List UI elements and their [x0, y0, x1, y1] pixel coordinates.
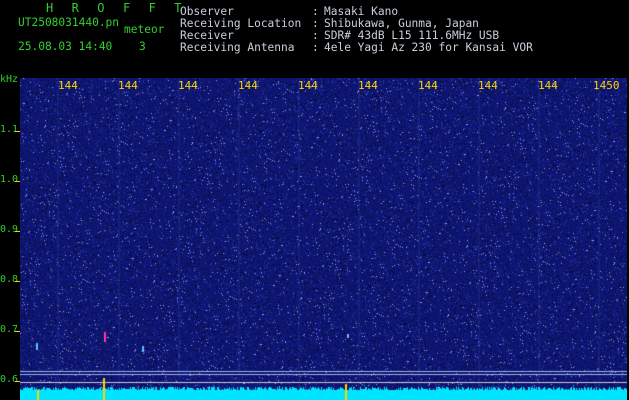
spectrogram-plot	[20, 78, 627, 400]
x-tick-label: 144	[358, 79, 378, 92]
y-axis-unit: kHz	[0, 74, 19, 85]
date-time: 25.08.03 14:40	[18, 40, 113, 53]
spectrogram-canvas	[20, 78, 627, 400]
app-brand: H R O F F T	[46, 1, 188, 15]
x-tick-label: 144	[178, 79, 198, 92]
info-separator: :	[312, 41, 319, 54]
x-tick-label: 144	[478, 79, 498, 92]
y-axis: kHz 1.1 1.0 0.9 0.8 0.7 0.6	[0, 72, 20, 400]
x-tick-label: 144	[58, 79, 78, 92]
y-tick	[15, 181, 20, 182]
info-label: Receiving Antenna	[180, 41, 295, 54]
x-tick-label: 144	[298, 79, 318, 92]
x-tick-label: 1450	[593, 79, 620, 92]
y-tick	[15, 331, 20, 332]
info-row-antenna: Receiving Antenna:4ele Yagi Az 230 for K…	[180, 42, 533, 54]
y-tick-label: 0.6	[0, 374, 19, 385]
y-tick-label: 0.9	[0, 224, 19, 235]
x-tick-label: 144	[418, 79, 438, 92]
info-value: 4ele Yagi Az 230 for Kansai VOR	[324, 41, 533, 54]
y-tick	[15, 381, 20, 382]
type-label: meteor	[124, 23, 165, 36]
x-tick-label: 144	[238, 79, 258, 92]
file-name: UT2508031440.pn	[18, 16, 120, 29]
y-tick-label: 0.8	[0, 274, 19, 285]
spectrogram-screen: H R O F F T UT2508031440.pn meteor 25.08…	[0, 0, 629, 400]
x-tick-label: 144	[118, 79, 138, 92]
meteor-count: 3	[139, 40, 146, 53]
station-info: Observer: Masaki Kano Receiving Location:…	[180, 6, 533, 54]
y-tick-label: 1.0	[0, 174, 19, 185]
y-tick-label: 1.1	[0, 124, 19, 135]
y-tick-label: 0.7	[0, 324, 19, 335]
y-tick	[15, 231, 20, 232]
y-tick	[15, 131, 20, 132]
y-tick	[15, 281, 20, 282]
x-tick-label: 144	[538, 79, 558, 92]
